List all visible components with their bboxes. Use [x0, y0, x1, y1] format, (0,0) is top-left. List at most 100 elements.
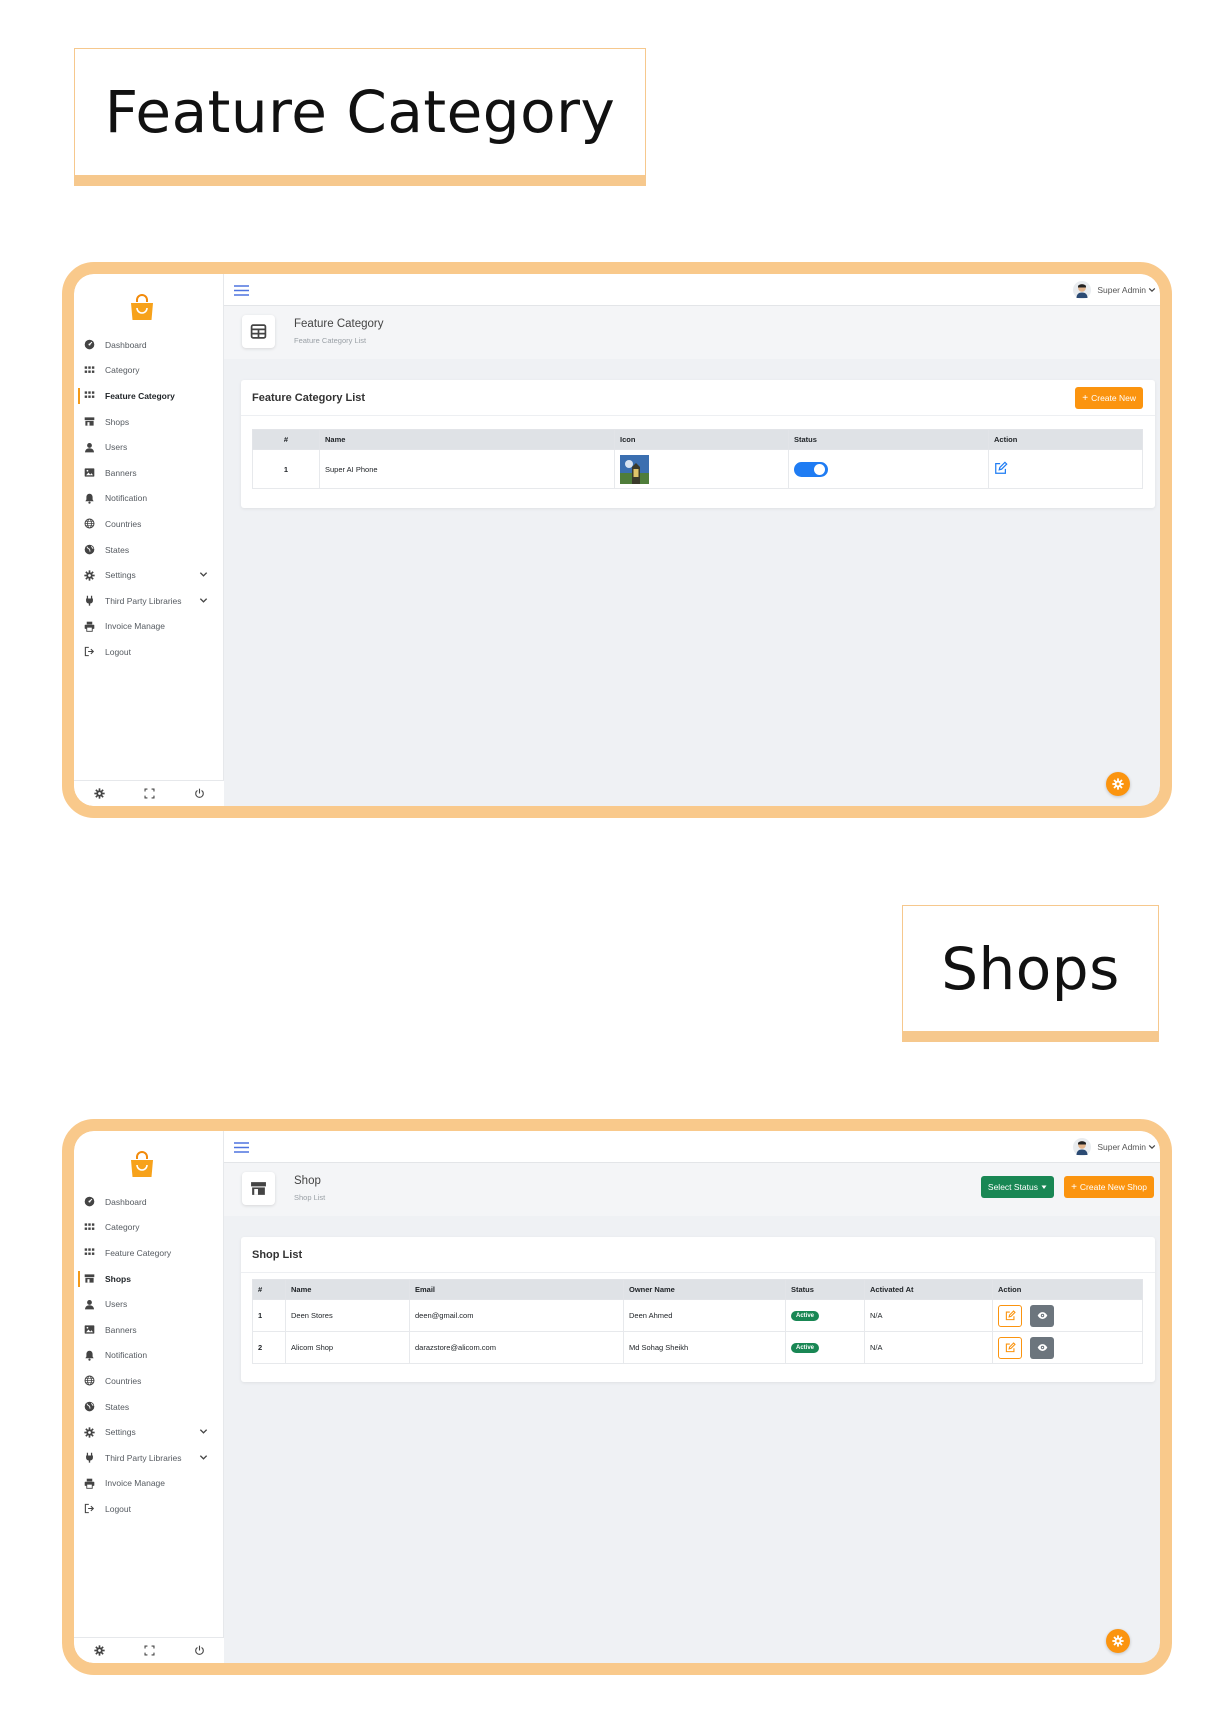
status-toggle[interactable]	[794, 461, 828, 477]
plug-icon	[82, 1451, 96, 1465]
sidebar-item-states[interactable]: States	[74, 1394, 224, 1420]
select-status-button[interactable]: Select Status	[980, 1176, 1054, 1198]
sidebar-item-notification[interactable]: Notification	[74, 1343, 224, 1369]
avatar	[1073, 281, 1091, 299]
image-icon	[82, 1323, 96, 1337]
sidebar-item-banners[interactable]: Banners	[74, 1317, 224, 1343]
column-header: Action	[992, 1279, 1143, 1300]
row-owner: Md Sohag Sheikh	[623, 1331, 786, 1364]
shop-table: # Name Email Owner Name Status Activated…	[252, 1279, 1143, 1364]
edit-icon	[1005, 1342, 1016, 1353]
sidebar-item-notification[interactable]: Notification	[74, 486, 224, 512]
globe-americas-icon	[82, 543, 96, 557]
sidebar-item-third-party-libraries[interactable]: Third Party Libraries	[74, 588, 224, 614]
sidebar-item-label: Dashboard	[105, 339, 147, 350]
table-row: 2 Alicom Shop darazstore@alicom.com Md S…	[252, 1331, 1143, 1364]
sidebar-item-label: Feature Category	[105, 1247, 172, 1258]
sidebar-item-label: Category	[105, 365, 140, 376]
edit-button[interactable]	[998, 1336, 1022, 1359]
sidebar-item-settings[interactable]: Settings	[74, 1419, 224, 1445]
sidebar-item-shops[interactable]: Shops	[74, 1266, 224, 1292]
row-activated-at: N/A	[864, 1331, 993, 1364]
plug-icon	[82, 594, 96, 608]
sidebar-item-category[interactable]: Category	[74, 358, 224, 384]
row-name: Alicom Shop	[285, 1331, 410, 1364]
create-new-shop-button[interactable]: + Create New Shop	[1064, 1176, 1154, 1198]
sidebar-item-dashboard[interactable]: Dashboard	[74, 1189, 224, 1215]
hamburger-menu-icon[interactable]	[234, 1142, 249, 1153]
column-header: Owner Name	[623, 1279, 786, 1300]
card-divider	[241, 415, 1155, 416]
user-menu[interactable]: Super Admin	[1073, 1138, 1156, 1156]
user-icon	[82, 1297, 96, 1311]
chevron-down-icon	[1148, 1143, 1156, 1151]
sidebar-item-users[interactable]: Users	[74, 434, 224, 460]
fullscreen-icon[interactable]	[144, 1645, 155, 1656]
status-badge: Active	[791, 1343, 820, 1353]
category-thumbnail-image	[620, 455, 649, 484]
plus-icon: +	[1071, 1181, 1077, 1193]
sidebar-item-label: Settings	[105, 570, 136, 581]
sidebar-item-label: Feature Category	[105, 390, 175, 401]
sidebar-item-third-party-libraries[interactable]: Third Party Libraries	[74, 1445, 224, 1471]
sidebar-item-category[interactable]: Category	[74, 1215, 224, 1241]
sidebar-item-feature-category[interactable]: Feature Category	[74, 383, 224, 409]
gear-icon[interactable]	[94, 1645, 105, 1656]
sidebar-item-label: Shops	[105, 1273, 131, 1284]
view-button[interactable]	[1030, 1336, 1055, 1359]
sidebar-item-invoice-manage[interactable]: Invoice Manage	[74, 614, 224, 640]
card-divider	[241, 1272, 1155, 1273]
grid-icon	[82, 363, 96, 377]
row-number: 1	[252, 449, 320, 489]
power-icon[interactable]	[194, 788, 205, 799]
sidebar-nav: Dashboard Category Feature Category Shop…	[74, 332, 224, 665]
sidebar-item-logout[interactable]: Logout	[74, 1496, 224, 1522]
sidebar-item-logout[interactable]: Logout	[74, 639, 224, 665]
user-menu[interactable]: Super Admin	[1073, 281, 1156, 299]
chevron-down-icon	[1148, 286, 1156, 294]
sidebar-item-label: Dashboard	[105, 1196, 147, 1207]
settings-fab-button[interactable]	[1106, 1629, 1130, 1653]
user-name: Super Admin	[1097, 1142, 1146, 1152]
shops-heading-text: Shops	[941, 934, 1120, 1003]
sidebar-item-countries[interactable]: Countries	[74, 511, 224, 537]
sidebar-item-users[interactable]: Users	[74, 1291, 224, 1317]
grid-icon	[82, 389, 96, 403]
admin-screen: Dashboard Category Feature Category Shop…	[74, 274, 1160, 806]
sidebar-item-states[interactable]: States	[74, 537, 224, 563]
feature-category-screenshot: Dashboard Category Feature Category Shop…	[62, 262, 1172, 818]
column-header: Name	[319, 429, 615, 450]
gear-icon[interactable]	[94, 788, 105, 799]
settings-fab-button[interactable]	[1106, 772, 1130, 796]
create-new-button[interactable]: + Create New	[1075, 387, 1143, 409]
create-new-label: Create New	[1091, 393, 1136, 403]
edit-button[interactable]	[998, 1304, 1022, 1327]
sidebar: Dashboard Category Feature Category Shop…	[74, 1131, 224, 1663]
chevron-down-icon	[199, 1453, 208, 1462]
view-button[interactable]	[1030, 1304, 1055, 1327]
sidebar-item-dashboard[interactable]: Dashboard	[74, 332, 224, 358]
row-action-cell	[992, 1299, 1143, 1332]
sidebar-item-label: Invoice Manage	[105, 621, 166, 632]
power-icon[interactable]	[194, 1645, 205, 1656]
hamburger-menu-icon[interactable]	[234, 285, 249, 296]
image-icon	[82, 466, 96, 480]
card-title: Shop List	[252, 1249, 303, 1261]
row-number: 1	[252, 1299, 286, 1332]
select-status-label: Select Status	[987, 1182, 1038, 1192]
sidebar-item-feature-category[interactable]: Feature Category	[74, 1240, 224, 1266]
chevron-down-icon	[199, 1427, 208, 1436]
edit-icon[interactable]	[994, 461, 1008, 475]
store-icon	[82, 1272, 96, 1286]
sidebar-item-countries[interactable]: Countries	[74, 1368, 224, 1394]
sidebar-item-banners[interactable]: Banners	[74, 460, 224, 486]
sidebar-item-label: Countries	[105, 1375, 142, 1386]
topbar: Super Admin	[224, 274, 1160, 306]
sidebar-item-settings[interactable]: Settings	[74, 562, 224, 588]
fullscreen-icon[interactable]	[144, 788, 155, 799]
sidebar-item-label: Banners	[105, 1324, 137, 1335]
sidebar-item-invoice-manage[interactable]: Invoice Manage	[74, 1471, 224, 1497]
row-icon-cell	[614, 449, 789, 489]
sidebar-item-shops[interactable]: Shops	[74, 409, 224, 435]
dashboard-icon	[82, 1195, 96, 1209]
